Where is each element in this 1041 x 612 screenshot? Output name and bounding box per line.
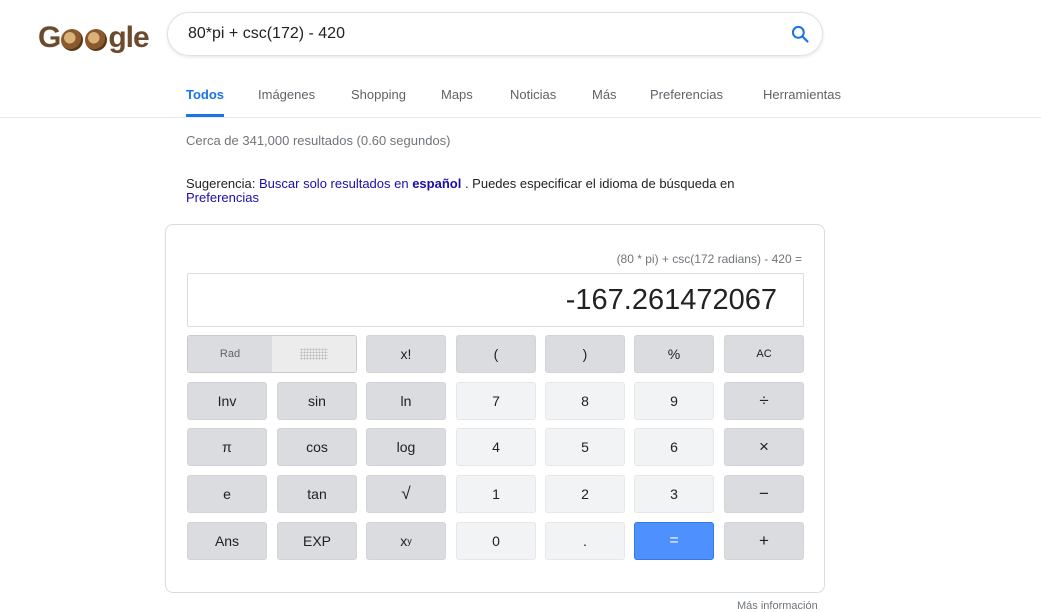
preferences-link[interactable]: Preferencias — [186, 190, 259, 205]
tab-mas[interactable]: Más — [592, 78, 617, 117]
divide-key[interactable]: ÷ — [724, 382, 804, 420]
doodle-icon — [85, 29, 108, 51]
digit-1-key[interactable]: 1 — [456, 475, 536, 513]
search-icon — [791, 25, 809, 43]
all-clear-key[interactable]: AC — [724, 335, 804, 373]
search-input[interactable] — [186, 24, 778, 44]
tab-preferencias[interactable]: Preferencias — [650, 78, 723, 117]
percent-key[interactable]: % — [634, 335, 714, 373]
sin-key[interactable]: sin — [277, 382, 357, 420]
ln-key[interactable]: ln — [366, 382, 446, 420]
tab-maps[interactable]: Maps — [441, 78, 473, 117]
digit-2-key[interactable]: 2 — [545, 475, 625, 513]
cos-key[interactable]: cos — [277, 428, 357, 466]
decimal-point-key[interactable]: . — [545, 522, 625, 560]
spanish-bold: español — [412, 176, 462, 191]
multiply-key[interactable]: × — [724, 428, 804, 466]
suggestion-middle: . Puedes especificar el idioma de búsque… — [461, 176, 735, 191]
power-base: x — [400, 533, 408, 549]
digit-5-key[interactable]: 5 — [545, 428, 625, 466]
search-button[interactable] — [778, 12, 822, 56]
tan-key[interactable]: tan — [277, 475, 357, 513]
digit-4-key[interactable]: 4 — [456, 428, 536, 466]
tab-noticias[interactable]: Noticias — [510, 78, 556, 117]
pi-key[interactable]: π — [187, 428, 267, 466]
power-exponent: y — [407, 536, 412, 546]
google-logo[interactable]: Ggle — [38, 20, 150, 56]
dotted-pattern-icon — [300, 348, 328, 360]
tab-todos[interactable]: Todos — [186, 78, 225, 117]
plus-key[interactable]: + — [724, 522, 804, 560]
euler-key[interactable]: e — [187, 475, 267, 513]
calc-expression: (80 * pi) + csc(172 radians) - 420 = — [616, 252, 802, 266]
search-box — [167, 12, 823, 56]
search-tabs: Todos Imágenes Shopping Maps Noticias Má… — [0, 78, 1041, 118]
digit-9-key[interactable]: 9 — [634, 382, 714, 420]
digit-3-key[interactable]: 3 — [634, 475, 714, 513]
deg-mode-button[interactable] — [272, 336, 356, 372]
calculator-card: (80 * pi) + csc(172 radians) - 420 = -16… — [165, 224, 825, 593]
equals-key[interactable]: = — [634, 522, 714, 560]
left-paren-key[interactable]: ( — [456, 335, 536, 373]
tab-shopping[interactable]: Shopping — [351, 78, 406, 117]
digit-8-key[interactable]: 8 — [545, 382, 625, 420]
language-suggestion: Sugerencia: Buscar solo resultados en es… — [186, 177, 826, 205]
inverse-key[interactable]: Inv — [187, 382, 267, 420]
log-key[interactable]: log — [366, 428, 446, 466]
suggestion-prefix: Sugerencia: — [186, 176, 259, 191]
spanish-only-link[interactable]: Buscar solo resultados en español — [259, 176, 461, 191]
spanish-only-link-text: Buscar solo resultados en — [259, 176, 413, 191]
digit-0-key[interactable]: 0 — [456, 522, 536, 560]
answer-key[interactable]: Ans — [187, 522, 267, 560]
minus-key[interactable]: − — [724, 475, 804, 513]
sqrt-key[interactable]: √ — [366, 475, 446, 513]
tab-herramientas[interactable]: Herramientas — [763, 78, 841, 117]
tab-imagenes[interactable]: Imágenes — [258, 78, 315, 117]
result-stats: Cerca de 341,000 resultados (0.60 segund… — [186, 133, 451, 148]
right-paren-key[interactable]: ) — [545, 335, 625, 373]
logo-text-gle: gle — [108, 21, 149, 54]
angle-mode-toggle[interactable]: Rad — [187, 335, 357, 373]
rad-mode-button[interactable]: Rad — [188, 336, 272, 372]
exp-key[interactable]: EXP — [277, 522, 357, 560]
calc-result-display: -167.261472067 — [187, 273, 804, 327]
digit-6-key[interactable]: 6 — [634, 428, 714, 466]
doodle-icon — [61, 29, 84, 51]
factorial-key[interactable]: x! — [366, 335, 446, 373]
logo-text-g: G — [38, 21, 61, 54]
power-key[interactable]: xy — [366, 522, 446, 560]
more-info-link[interactable]: Más información — [737, 600, 818, 612]
digit-7-key[interactable]: 7 — [456, 382, 536, 420]
